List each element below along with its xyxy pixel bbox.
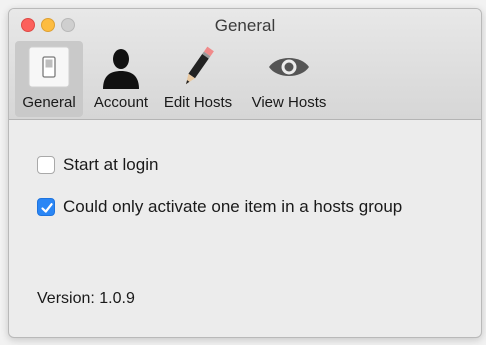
pencil-icon <box>176 45 220 89</box>
tab-general[interactable]: General <box>15 41 83 117</box>
tab-account-label: Account <box>93 94 149 111</box>
start-at-login-checkbox[interactable] <box>37 156 55 174</box>
single-active-item-option[interactable]: Could only activate one item in a hosts … <box>37 196 402 218</box>
toolbar: General General Account Edit Hosts View … <box>9 9 481 120</box>
person-silhouette-icon <box>99 45 143 89</box>
tab-view-hosts[interactable]: View Hosts <box>243 41 335 117</box>
tab-edit-hosts-label: Edit Hosts <box>163 94 233 111</box>
single-active-item-label: Could only activate one item in a hosts … <box>63 197 403 216</box>
tab-edit-hosts[interactable]: Edit Hosts <box>157 41 239 117</box>
switch-icon <box>27 45 71 89</box>
version-label: Version: 1.0.9 <box>37 290 135 307</box>
preferences-window: General General Account Edit Hosts View … <box>8 8 482 338</box>
eye-icon <box>267 45 311 89</box>
general-settings-panel: Start at login Could only activate one i… <box>9 120 481 337</box>
tab-view-hosts-label: View Hosts <box>251 94 327 111</box>
start-at-login-label: Start at login <box>63 155 159 174</box>
checkmark-icon <box>41 203 53 213</box>
tab-general-label: General <box>22 94 76 111</box>
start-at-login-option[interactable]: Start at login <box>37 154 158 176</box>
single-active-item-checkbox[interactable] <box>37 198 55 216</box>
window-title: General <box>214 16 276 35</box>
tab-account[interactable]: Account <box>85 41 157 117</box>
